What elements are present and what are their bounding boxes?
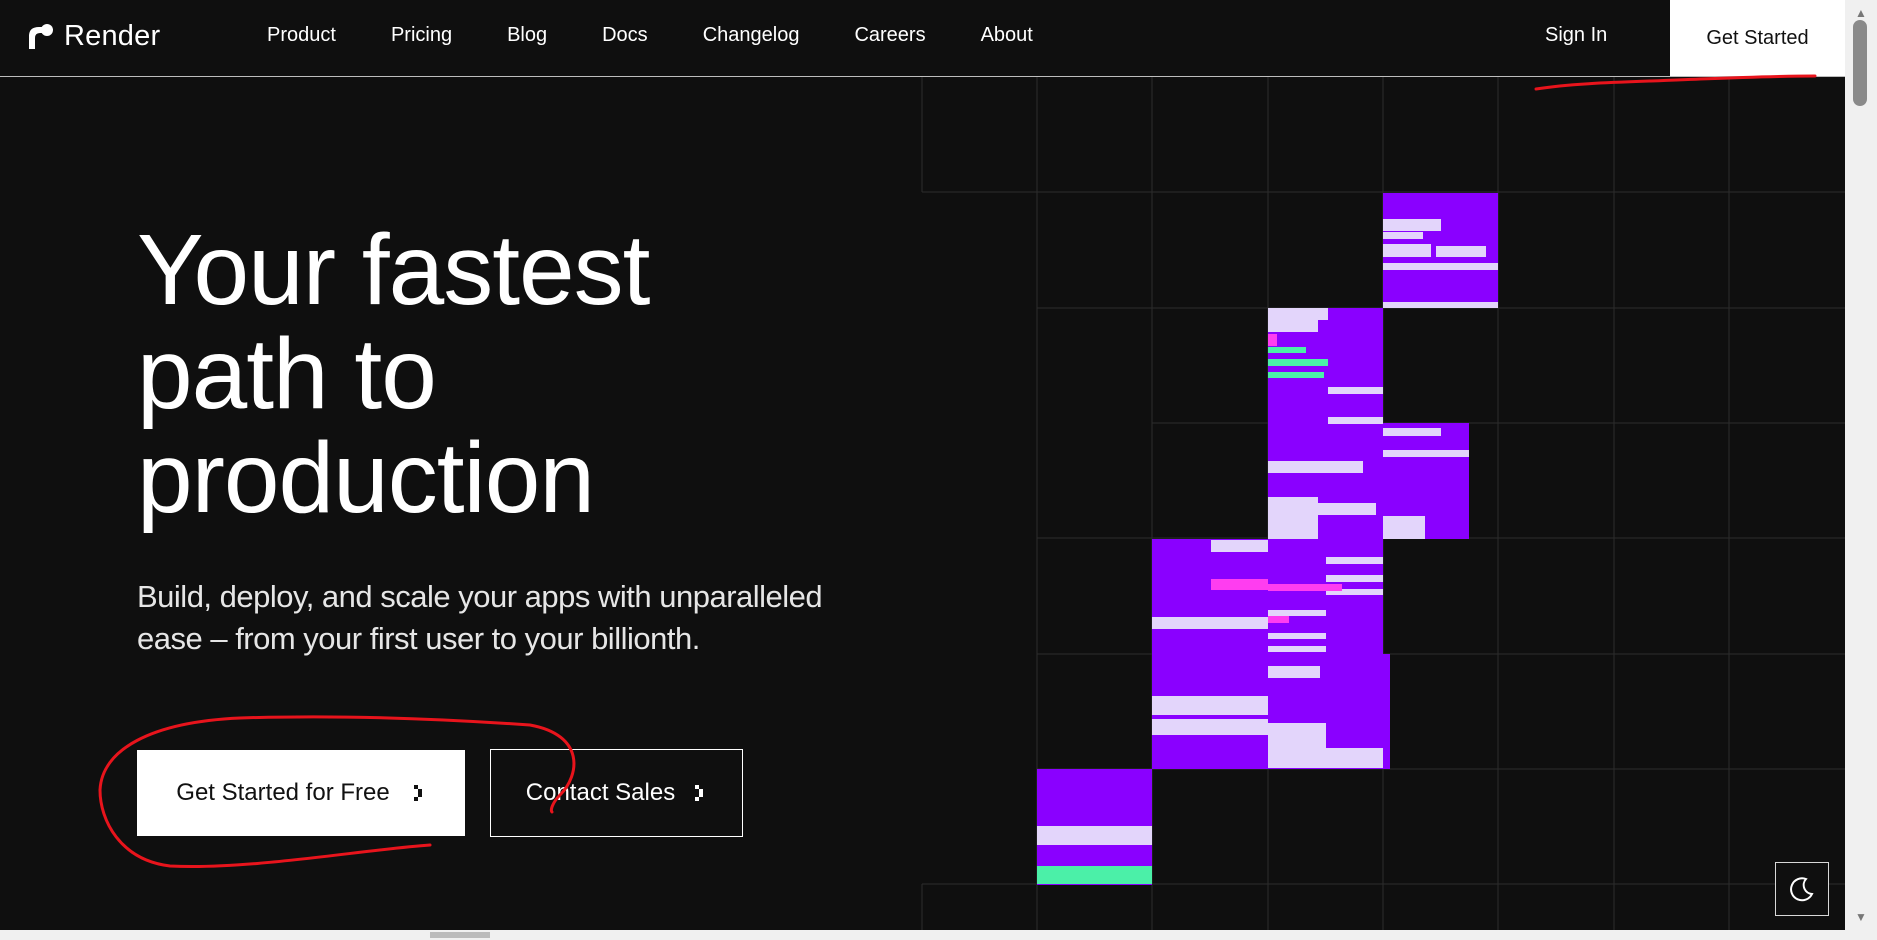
scroll-down-arrow-icon[interactable]: ▼ — [1855, 910, 1867, 924]
hero-subtitle: Build, deploy, and scale your apps with … — [137, 576, 867, 660]
hero-title: Your fastest path to production — [137, 218, 857, 530]
chevron-right-icon — [413, 785, 422, 801]
contact-sales-button[interactable]: Contact Sales — [490, 749, 743, 837]
hero-title-line-3: production — [137, 422, 595, 534]
scroll-thumb[interactable] — [1853, 20, 1867, 106]
hero-subtitle-line-2: ease – from your first user to your bill… — [137, 621, 700, 656]
horizontal-scrollbar[interactable] — [0, 930, 1845, 940]
scroll-up-arrow-icon[interactable]: ▲ — [1855, 6, 1867, 20]
hero-subtitle-line-1: Build, deploy, and scale your apps with … — [137, 579, 823, 614]
hero-title-line-2: path to — [137, 318, 437, 430]
horizontal-scroll-thumb[interactable] — [430, 932, 490, 938]
get-started-free-button[interactable]: Get Started for Free — [137, 750, 465, 836]
theme-toggle-button[interactable] — [1775, 862, 1829, 916]
get-started-free-label: Get Started for Free — [176, 779, 390, 806]
vertical-scrollbar[interactable]: ▲ ▼ — [1845, 0, 1877, 940]
moon-icon — [1790, 877, 1814, 902]
chevron-right-icon — [695, 785, 704, 801]
contact-sales-label: Contact Sales — [525, 779, 676, 806]
hero-title-line-1: Your fastest — [137, 214, 650, 326]
